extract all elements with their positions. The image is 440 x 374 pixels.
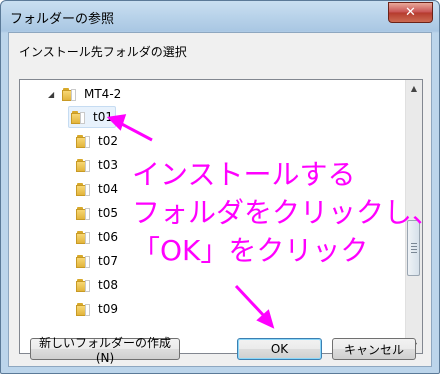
folder-icon: [71, 110, 87, 124]
scroll-up-icon[interactable]: ▲: [406, 80, 422, 96]
cancel-button[interactable]: キャンセル: [332, 338, 416, 360]
folder-icon: [76, 302, 92, 316]
folder-icon: [76, 230, 92, 244]
tree-item-label: t07: [98, 254, 118, 268]
tree-item-t05[interactable]: t05: [76, 202, 118, 224]
folder-icon: [62, 87, 78, 101]
folder-icon: [76, 206, 92, 220]
annotation-line-1: インストールする: [132, 158, 356, 191]
close-button[interactable]: ✕: [388, 2, 433, 23]
folder-icon: [76, 278, 92, 292]
tree-item-label: t06: [98, 230, 118, 244]
tree-item-t07[interactable]: t07: [76, 250, 118, 272]
folder-icon: [76, 254, 92, 268]
window-title: フォルダーの参照: [10, 12, 115, 27]
tree-item-t04[interactable]: t04: [76, 178, 118, 200]
close-icon: ✕: [405, 5, 416, 20]
tree-item-t03[interactable]: t03: [76, 154, 118, 176]
tree-item-t06[interactable]: t06: [76, 226, 118, 248]
instruction-label: インストール先フォルダの選択: [19, 45, 187, 59]
title-bar[interactable]: フォルダーの参照 ✕: [1, 1, 439, 33]
folder-icon: [76, 182, 92, 196]
annotation-text: インストールする フォルダをクリックし、 「OK」をクリック: [132, 156, 440, 270]
expand-arrow-icon[interactable]: ◢: [48, 90, 56, 99]
tree-item-t09[interactable]: t09: [76, 298, 118, 320]
tree-item-root[interactable]: ◢ MT4-2: [48, 83, 121, 105]
tree-item-label: t02: [98, 134, 118, 148]
tree-item-t01[interactable]: t01: [68, 106, 116, 128]
annotation-line-2: フォルダをクリックし、: [132, 196, 440, 229]
tree-item-t02[interactable]: t02: [76, 130, 118, 152]
tree-item-label: t01: [93, 110, 113, 124]
tree-item-label: t08: [98, 278, 118, 292]
folder-icon: [76, 158, 92, 172]
tree-item-label: t05: [98, 206, 118, 220]
ok-button[interactable]: OK: [237, 338, 322, 360]
folder-icon: [76, 134, 92, 148]
tree-item-t08[interactable]: t08: [76, 274, 118, 296]
tree-item-label: t03: [98, 158, 118, 172]
tree-item-label: t09: [98, 302, 118, 316]
tree-item-label: t04: [98, 182, 118, 196]
tree-item-label: MT4-2: [84, 87, 122, 101]
new-folder-button[interactable]: 新しいフォルダーの作成(N): [30, 336, 180, 365]
annotation-line-3: 「OK」をクリック: [132, 234, 369, 267]
